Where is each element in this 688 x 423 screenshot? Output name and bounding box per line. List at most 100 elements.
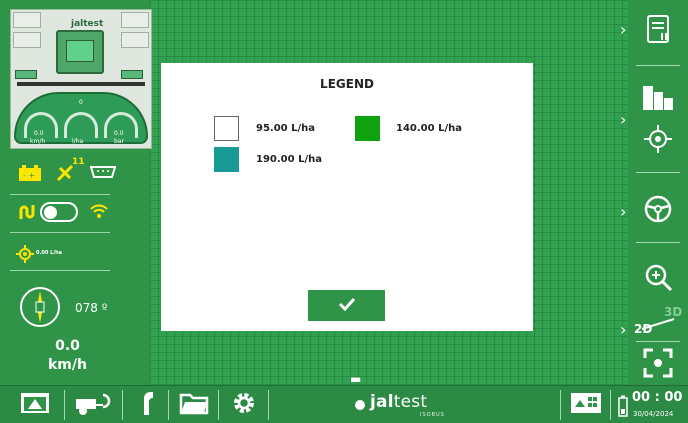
auto-section-toggle[interactable]: [40, 202, 78, 222]
legend-label-1: 140.00 L/ha: [396, 123, 462, 134]
map-layers-icon: [641, 82, 675, 116]
speed-value: 0.0: [55, 338, 80, 354]
home-map-icon: [19, 391, 51, 419]
steering-wheel-icon: [643, 194, 673, 228]
pressure-gauge-value: 0.0: [114, 130, 124, 137]
target-icon: [16, 245, 34, 267]
gauge-cluster: 0.0 0 0.0 km/h l/ha bar: [14, 92, 148, 145]
check-icon: [338, 296, 356, 315]
nozzle-button[interactable]: [126, 386, 166, 423]
legend-swatch-0: [214, 116, 239, 141]
sprayer-info-box: [121, 32, 149, 48]
brand-light: test: [393, 392, 428, 412]
sprayer-overview[interactable]: jaltest 0.0 0 0.0 km/h l/ha bar: [10, 9, 152, 149]
focus-icon: [643, 348, 673, 382]
report-button[interactable]: [628, 6, 688, 56]
rate-gauge-value: 0: [79, 99, 83, 106]
dialog-title: LEGEND: [320, 77, 374, 91]
rate-row: 0.00 L/ha: [10, 245, 140, 265]
boom-section: [15, 70, 37, 79]
chevron-right-icon[interactable]: ›: [620, 202, 626, 221]
view-2d-label: 2D: [634, 322, 653, 336]
clock-date: 30/04/2024: [633, 410, 674, 418]
satellite-count: 11: [72, 157, 85, 167]
legend-label-0: 95.00 L/ha: [256, 123, 316, 134]
speed-unit: km/h: [48, 357, 87, 373]
chevron-right-icon[interactable]: ›: [620, 20, 626, 39]
sprayer-info-box: [13, 32, 41, 48]
map-bottom-grip-icon[interactable]: ▬: [350, 372, 361, 386]
divider: [610, 390, 611, 420]
boom-section: [121, 70, 143, 79]
clock-time: 00 : 00: [632, 390, 683, 405]
nozzle-icon: [136, 389, 156, 421]
divider: [64, 390, 65, 420]
folder-icon: [179, 391, 209, 419]
files-button[interactable]: [172, 386, 216, 423]
steering-button[interactable]: [628, 186, 688, 236]
divider: [10, 194, 110, 195]
speed-gauge-unit: km/h: [30, 138, 46, 145]
divider: [10, 232, 110, 233]
focus-button[interactable]: [628, 340, 688, 390]
divider: [168, 390, 169, 420]
gps-center-icon: [643, 124, 673, 158]
legend-label-2: 190.00 L/ha: [256, 154, 322, 165]
brand-bold: jal: [370, 392, 394, 412]
rate-gauge: [64, 112, 98, 138]
sprayer-info-box: [121, 12, 149, 28]
toggle-knob: [44, 206, 57, 219]
connection-row: [10, 200, 140, 226]
display-layout-button[interactable]: [564, 386, 608, 423]
compass-icon: [20, 287, 60, 327]
legend-swatch-2: [214, 147, 239, 172]
gear-icon: [231, 390, 257, 420]
implement-button[interactable]: [68, 386, 118, 423]
sprayer-info-box: [13, 12, 41, 28]
chevron-right-icon[interactable]: ›: [620, 320, 626, 339]
speed-gauge-value: 0.0: [34, 130, 44, 137]
gps-center-button[interactable]: [628, 116, 688, 166]
zoom-in-icon: [643, 262, 673, 296]
brand-subtitle: ISOBUS: [420, 412, 445, 418]
divider: [10, 270, 110, 271]
right-panel: › › › › 3D 2D: [620, 0, 688, 385]
jaltest-logo: jaltest: [71, 19, 104, 29]
device-battery-icon: [618, 395, 628, 421]
legend-swatch-1: [355, 116, 380, 141]
jaltest-brand-icon: [352, 396, 368, 416]
divider: [218, 390, 219, 420]
pressure-gauge-unit: bar: [114, 138, 124, 145]
wifi-icon: [90, 203, 108, 223]
divider: [636, 242, 680, 243]
divider: [122, 390, 123, 420]
settings-button[interactable]: [222, 386, 266, 423]
bottom-toolbar: jaltest ISOBUS 00 : 00 30/04/2024: [0, 385, 688, 423]
app-root: ❘ ▬ jaltest 0.0 0 0.0 km/h l/ha bar: [0, 0, 688, 423]
confirm-button[interactable]: [308, 290, 385, 321]
spray-boom: [17, 82, 145, 86]
sprayer-cab: [66, 40, 94, 62]
legend-dialog: LEGEND 95.00 L/ha 140.00 L/ha 190.00 L/h…: [161, 63, 533, 331]
brand-logo: jaltest: [370, 392, 427, 412]
zoom-in-button[interactable]: [628, 254, 688, 304]
battery-icon: - +: [18, 164, 42, 186]
divider: [560, 390, 561, 420]
serial-port-icon: [89, 166, 117, 182]
chevron-right-icon[interactable]: ›: [620, 110, 626, 129]
heading-value: 078 º: [75, 301, 108, 315]
view-3d-label: 3D: [664, 305, 683, 319]
display-layout-icon: [570, 392, 602, 418]
application-rate: 0.00 L/ha: [36, 250, 63, 256]
implement-icon: [73, 389, 113, 421]
svg-text:- +: - +: [23, 171, 35, 180]
divider: [636, 65, 680, 66]
status-row: - + 11: [10, 157, 140, 190]
divider: [636, 172, 680, 173]
rate-gauge-unit: l/ha: [72, 138, 84, 145]
home-button[interactable]: [12, 386, 58, 423]
left-panel: jaltest 0.0 0 0.0 km/h l/ha bar - + 11 0…: [0, 0, 152, 385]
divider: [268, 390, 269, 420]
connection-path-icon: [18, 204, 36, 224]
report-icon: [646, 14, 670, 48]
